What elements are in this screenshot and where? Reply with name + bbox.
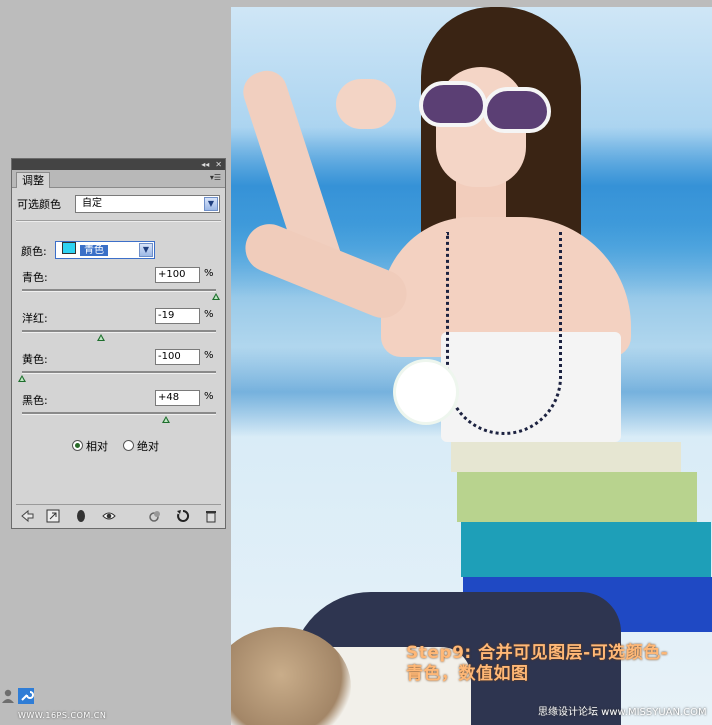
- slider-track[interactable]: [22, 330, 216, 333]
- tab-adjustments[interactable]: 调整: [16, 172, 50, 188]
- slider-label: 黄色:: [22, 353, 48, 366]
- slider-value-input[interactable]: -19: [155, 308, 200, 324]
- cyan-swatch: [62, 242, 76, 254]
- adjustments-panel: ◂◂ ✕ 调整 ▾☰ 可选颜色 自定 ▼ 颜色: 青色 ▼ 青色: +100% 洋红…: [11, 158, 226, 529]
- clip-layer-icon[interactable]: [74, 509, 88, 523]
- slider-label: 黑色:: [22, 394, 48, 407]
- tab-row: 调整 ▾☰: [12, 170, 225, 188]
- slider-label: 洋红:: [22, 312, 48, 325]
- percent-unit: %: [204, 391, 214, 402]
- sunglasses-right-lens: [483, 87, 551, 133]
- slider-value-input[interactable]: +100: [155, 267, 200, 283]
- bead-necklace: [446, 232, 562, 435]
- relative-radio[interactable]: [72, 440, 83, 451]
- percent-unit: %: [204, 309, 214, 320]
- slider-track[interactable]: [22, 412, 216, 415]
- reset-icon[interactable]: [176, 509, 190, 523]
- preset-select-value: 自定: [82, 198, 102, 209]
- close-icon[interactable]: ✕: [215, 160, 222, 169]
- previous-state-icon[interactable]: [148, 509, 162, 523]
- slider-thumb[interactable]: [96, 334, 105, 341]
- preset-label: 可选颜色: [17, 198, 61, 211]
- collapse-icon[interactable]: ◂◂: [201, 160, 209, 169]
- panel-title-bar[interactable]: ◂◂ ✕: [12, 159, 225, 170]
- percent-unit: %: [204, 350, 214, 361]
- absolute-label: 绝对: [137, 440, 159, 453]
- wrench-icon[interactable]: [18, 688, 34, 704]
- relative-label: 相对: [86, 440, 108, 453]
- absolute-radio[interactable]: [123, 440, 134, 451]
- sunglasses-left-lens: [419, 81, 487, 127]
- watermark-right: 思缘设计论坛 www.MISSYUAN.COM: [538, 707, 707, 718]
- delete-icon[interactable]: [204, 509, 218, 523]
- colors-select[interactable]: 青色 ▼: [55, 241, 155, 259]
- slider-thumb[interactable]: [18, 375, 26, 382]
- divider: [16, 220, 221, 222]
- watermark-left: WWW.16PS.COM.CN: [18, 711, 107, 720]
- dress-stripe-teal: [461, 522, 711, 577]
- bottom-left-tools: [0, 688, 38, 708]
- colors-label: 颜色:: [21, 245, 47, 258]
- dress-stripe-cream: [451, 442, 681, 472]
- slider-thumb[interactable]: [212, 293, 220, 300]
- hand: [336, 79, 396, 129]
- preset-select[interactable]: 自定 ▼: [75, 195, 220, 213]
- white-flower: [396, 362, 456, 422]
- visibility-eye-icon[interactable]: [102, 509, 116, 523]
- dress-stripe-green: [457, 472, 697, 522]
- slider-track[interactable]: [22, 289, 216, 292]
- colors-select-value: 青色: [80, 245, 108, 256]
- percent-unit: %: [204, 268, 214, 279]
- photo-canvas: [231, 7, 712, 725]
- slider-value-input[interactable]: -100: [155, 349, 200, 365]
- panel-menu-icon[interactable]: ▾☰: [210, 173, 221, 182]
- slider-value-input[interactable]: +48: [155, 390, 200, 406]
- panel-footer: [16, 504, 221, 525]
- chevron-down-icon: ▼: [204, 197, 218, 211]
- user-icon[interactable]: [0, 688, 16, 704]
- slider-thumb[interactable]: [161, 416, 170, 423]
- expand-view-icon[interactable]: [46, 509, 60, 523]
- back-arrow-icon[interactable]: [20, 509, 34, 523]
- slider-label: 青色:: [22, 271, 48, 284]
- chevron-down-icon: ▼: [139, 243, 153, 257]
- slider-track[interactable]: [22, 371, 216, 374]
- step-caption: Step9: 合并可见图层-可选颜色- 青色，数值如图: [406, 643, 669, 684]
